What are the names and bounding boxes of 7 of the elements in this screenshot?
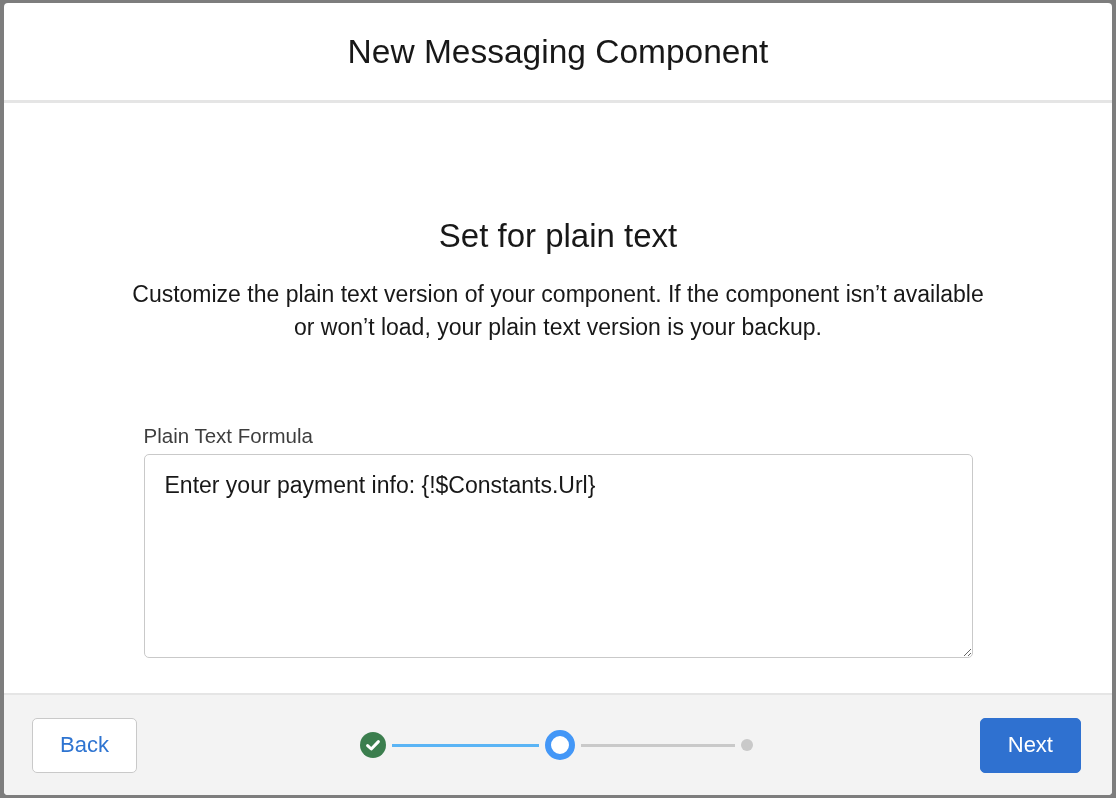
step-description: Customize the plain text version of your component. If the component isn’t available or won’t load, your plain text version is your backup. (131, 280, 985, 342)
dialog-title: New Messaging Component (347, 31, 769, 72)
next-button[interactable]: Next (979, 717, 1081, 773)
field-label: Plain Text Formula (143, 425, 314, 447)
back-button[interactable]: Back (32, 717, 137, 773)
step-heading: Set for plain text (438, 217, 678, 255)
formula-field[interactable]: Enter your payment info: {!$Constants.Url} (143, 454, 973, 658)
